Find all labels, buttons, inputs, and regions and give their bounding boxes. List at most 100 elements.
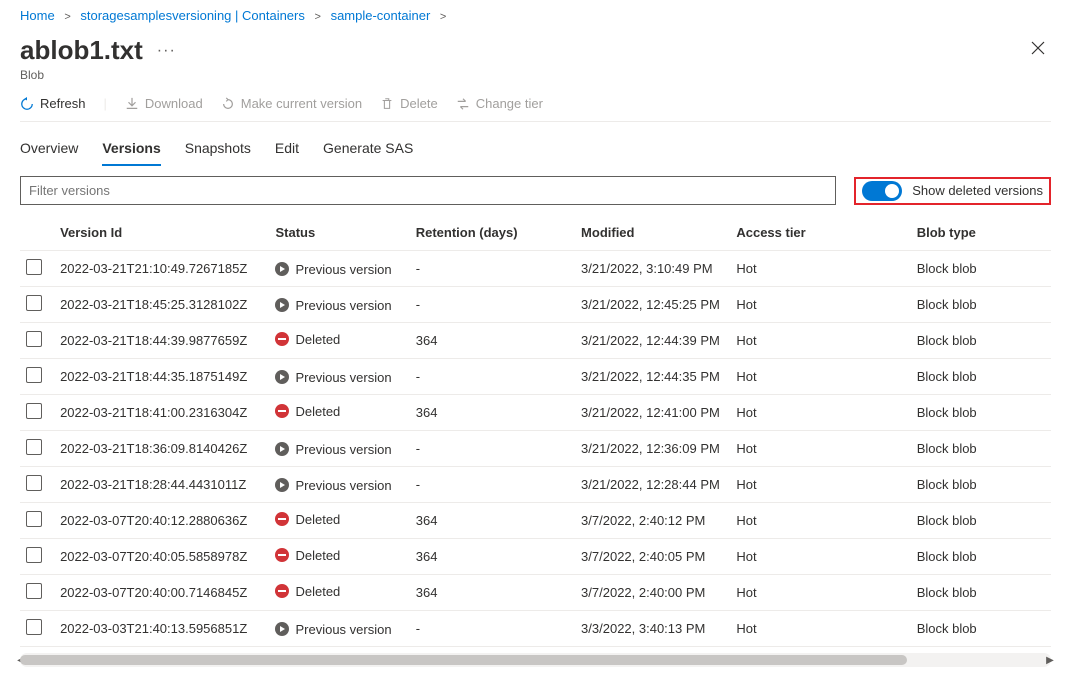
table-row[interactable]: 2022-03-03T21:40:13.5956851Z Previous ver… bbox=[20, 611, 1051, 647]
cell-retention: - bbox=[410, 287, 575, 323]
row-checkbox[interactable] bbox=[26, 619, 42, 635]
cell-access-tier: Hot bbox=[730, 539, 910, 575]
cell-access-tier: Hot bbox=[730, 359, 910, 395]
cell-status: Previous version bbox=[275, 622, 391, 637]
col-retention[interactable]: Retention (days) bbox=[410, 215, 575, 251]
cell-access-tier: Hot bbox=[730, 287, 910, 323]
cell-blob-type: Block blob bbox=[911, 395, 1051, 431]
filter-versions-input[interactable] bbox=[20, 176, 836, 205]
cell-retention: 364 bbox=[410, 395, 575, 431]
cell-version-id: 2022-03-21T18:44:35.1875149Z bbox=[54, 359, 269, 395]
cell-access-tier: Hot bbox=[730, 323, 910, 359]
tab-snapshots[interactable]: Snapshots bbox=[185, 134, 251, 166]
row-checkbox[interactable] bbox=[26, 475, 42, 491]
table-row[interactable]: 2022-03-21T18:41:00.2316304ZDeleted3643/… bbox=[20, 395, 1051, 431]
tabs: Overview Versions Snapshots Edit Generat… bbox=[20, 122, 1051, 166]
table-row[interactable]: 2022-03-21T18:28:44.4431011Z Previous ver… bbox=[20, 467, 1051, 503]
download-icon bbox=[125, 97, 139, 111]
deleted-icon bbox=[275, 512, 289, 526]
cell-access-tier: Hot bbox=[730, 503, 910, 539]
page-subtitle: Blob bbox=[20, 68, 1051, 82]
row-checkbox[interactable] bbox=[26, 547, 42, 563]
cell-version-id: 2022-03-07T20:40:00.7146845Z bbox=[54, 575, 269, 611]
cell-modified: 3/3/2022, 3:40:13 PM bbox=[575, 611, 730, 647]
cell-retention: - bbox=[410, 359, 575, 395]
row-checkbox[interactable] bbox=[26, 259, 42, 275]
scroll-right-icon[interactable]: ▶ bbox=[1045, 655, 1055, 665]
close-button[interactable] bbox=[1025, 35, 1051, 66]
refresh-label: Refresh bbox=[40, 96, 86, 111]
cell-blob-type: Block blob bbox=[911, 251, 1051, 287]
tab-versions[interactable]: Versions bbox=[102, 134, 160, 166]
cell-status: Deleted bbox=[275, 584, 340, 599]
close-icon bbox=[1031, 41, 1045, 55]
table-row[interactable]: 2022-03-07T20:40:00.7146845ZDeleted3643/… bbox=[20, 575, 1051, 611]
cell-version-id: 2022-03-21T18:41:00.2316304Z bbox=[54, 395, 269, 431]
tab-generate-sas[interactable]: Generate SAS bbox=[323, 134, 413, 166]
cell-status: Previous version bbox=[275, 370, 391, 385]
cell-access-tier: Hot bbox=[730, 395, 910, 431]
col-blob-type[interactable]: Blob type bbox=[911, 215, 1051, 251]
cell-retention: 364 bbox=[410, 323, 575, 359]
table-row[interactable]: 2022-03-21T18:44:39.9877659ZDeleted3643/… bbox=[20, 323, 1051, 359]
table-row[interactable]: 2022-03-21T18:36:09.8140426ZPrevious ver… bbox=[20, 431, 1051, 467]
cell-blob-type: Block blob bbox=[911, 431, 1051, 467]
cell-modified: 3/21/2022, 12:36:09 PM bbox=[575, 431, 730, 467]
row-checkbox[interactable] bbox=[26, 367, 42, 383]
table-row[interactable]: 2022-03-21T18:45:25.3128102ZPrevious ver… bbox=[20, 287, 1051, 323]
cell-modified: 3/7/2022, 2:40:12 PM bbox=[575, 503, 730, 539]
col-version-id[interactable]: Version Id bbox=[54, 215, 269, 251]
row-checkbox[interactable] bbox=[26, 295, 42, 311]
row-checkbox[interactable] bbox=[26, 511, 42, 527]
tab-overview[interactable]: Overview bbox=[20, 134, 78, 166]
cell-modified: 3/21/2022, 12:41:00 PM bbox=[575, 395, 730, 431]
previous-version-icon bbox=[275, 298, 289, 312]
breadcrumb-home[interactable]: Home bbox=[20, 8, 55, 23]
table-row[interactable]: 2022-03-21T21:10:49.7267185Z Previous ver… bbox=[20, 251, 1051, 287]
table-row[interactable]: 2022-03-07T20:40:12.2880636ZDeleted3643/… bbox=[20, 503, 1051, 539]
cell-modified: 3/7/2022, 2:40:05 PM bbox=[575, 539, 730, 575]
refresh-button[interactable]: Refresh bbox=[20, 96, 86, 111]
horizontal-scrollbar[interactable]: ◀ ▶ bbox=[20, 653, 1051, 667]
breadcrumb-storage[interactable]: storagesamplesversioning | Containers bbox=[80, 8, 305, 23]
cell-blob-type: Block blob bbox=[911, 467, 1051, 503]
cell-retention: - bbox=[410, 251, 575, 287]
cell-version-id: 2022-03-03T21:40:13.5956851Z bbox=[54, 611, 269, 647]
change-tier-label: Change tier bbox=[476, 96, 543, 111]
tab-edit[interactable]: Edit bbox=[275, 134, 299, 166]
scroll-thumb[interactable] bbox=[20, 655, 907, 665]
table-row[interactable]: 2022-03-07T20:40:05.5858978ZDeleted3643/… bbox=[20, 539, 1051, 575]
cell-blob-type: Block blob bbox=[911, 503, 1051, 539]
cell-version-id: 2022-03-21T18:28:44.4431011Z bbox=[54, 467, 269, 503]
previous-version-icon bbox=[275, 478, 289, 492]
make-current-button: Make current version bbox=[221, 96, 362, 111]
cell-access-tier: Hot bbox=[730, 575, 910, 611]
cell-status: Previous version bbox=[275, 262, 391, 277]
table-row[interactable]: 2022-03-21T18:44:35.1875149Z Previous ver… bbox=[20, 359, 1051, 395]
row-checkbox[interactable] bbox=[26, 583, 42, 599]
show-deleted-toggle[interactable] bbox=[862, 181, 902, 201]
breadcrumb-container[interactable]: sample-container bbox=[331, 8, 431, 23]
cell-version-id: 2022-03-21T21:10:49.7267185Z bbox=[54, 251, 269, 287]
row-checkbox[interactable] bbox=[26, 403, 42, 419]
row-checkbox[interactable] bbox=[26, 439, 42, 455]
row-checkbox[interactable] bbox=[26, 331, 42, 347]
more-icon[interactable]: ··· bbox=[157, 42, 176, 60]
cell-modified: 3/7/2022, 2:40:00 PM bbox=[575, 575, 730, 611]
cell-version-id: 2022-03-21T18:44:39.9877659Z bbox=[54, 323, 269, 359]
chevron-right-icon: > bbox=[434, 11, 452, 23]
cell-status: Deleted bbox=[275, 332, 340, 347]
cell-status: Previous version bbox=[275, 478, 391, 493]
cell-version-id: 2022-03-07T20:40:05.5858978Z bbox=[54, 539, 269, 575]
col-access-tier[interactable]: Access tier bbox=[730, 215, 910, 251]
previous-version-icon bbox=[275, 442, 289, 456]
cell-access-tier: Hot bbox=[730, 251, 910, 287]
cell-retention: 364 bbox=[410, 503, 575, 539]
delete-icon bbox=[380, 97, 394, 111]
cell-status: Previous version bbox=[275, 298, 391, 313]
col-modified[interactable]: Modified bbox=[575, 215, 730, 251]
versions-table: Version Id Status Retention (days) Modif… bbox=[20, 215, 1051, 647]
cell-blob-type: Block blob bbox=[911, 287, 1051, 323]
cell-access-tier: Hot bbox=[730, 611, 910, 647]
col-status[interactable]: Status bbox=[269, 215, 409, 251]
